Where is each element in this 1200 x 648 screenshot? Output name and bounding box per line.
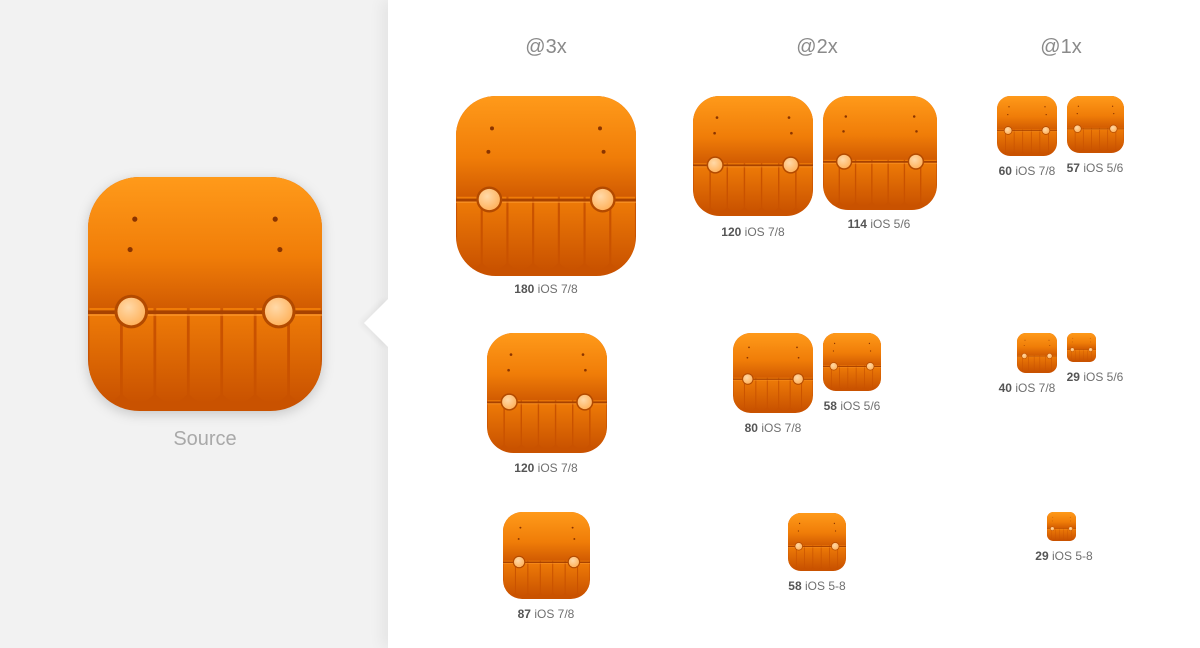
source-label: Source [173, 428, 237, 450]
variant-caption: 58 iOS 5-8 [788, 579, 846, 593]
variant-caption: 58 iOS 5/6 [823, 399, 881, 413]
app-icon-variant [1047, 512, 1076, 541]
app-icon-variant [693, 96, 813, 216]
app-icon-variant [1067, 333, 1096, 362]
variant-caption: 120 iOS 7/8 [721, 225, 785, 239]
app-icon-variant [1017, 333, 1057, 373]
app-icon-variant [823, 333, 881, 391]
app-icon-variant [997, 96, 1057, 156]
variant-caption: 180 iOS 7/8 [514, 282, 578, 296]
app-icon-variant [487, 333, 607, 453]
column-heading-2x: @2x [796, 36, 838, 58]
app-icon-variant [503, 512, 590, 599]
app-icon-variant [823, 96, 937, 210]
variant-caption: 29 iOS 5/6 [1066, 370, 1124, 384]
variant-caption: 87 iOS 7/8 [517, 607, 575, 621]
app-icon-variant [788, 513, 846, 571]
column-heading-1x: @1x [1040, 36, 1082, 58]
variant-caption: 114 iOS 5/6 [847, 217, 911, 231]
variant-caption: 120 iOS 7/8 [514, 461, 578, 475]
variant-caption: 80 iOS 7/8 [744, 421, 802, 435]
variant-caption: 29 iOS 5-8 [1035, 549, 1093, 563]
source-app-icon [88, 177, 322, 411]
app-icon-variant [456, 96, 636, 276]
variant-caption: 57 iOS 5/6 [1066, 161, 1124, 175]
column-heading-3x: @3x [525, 36, 567, 58]
app-icon-variant [1067, 96, 1124, 153]
